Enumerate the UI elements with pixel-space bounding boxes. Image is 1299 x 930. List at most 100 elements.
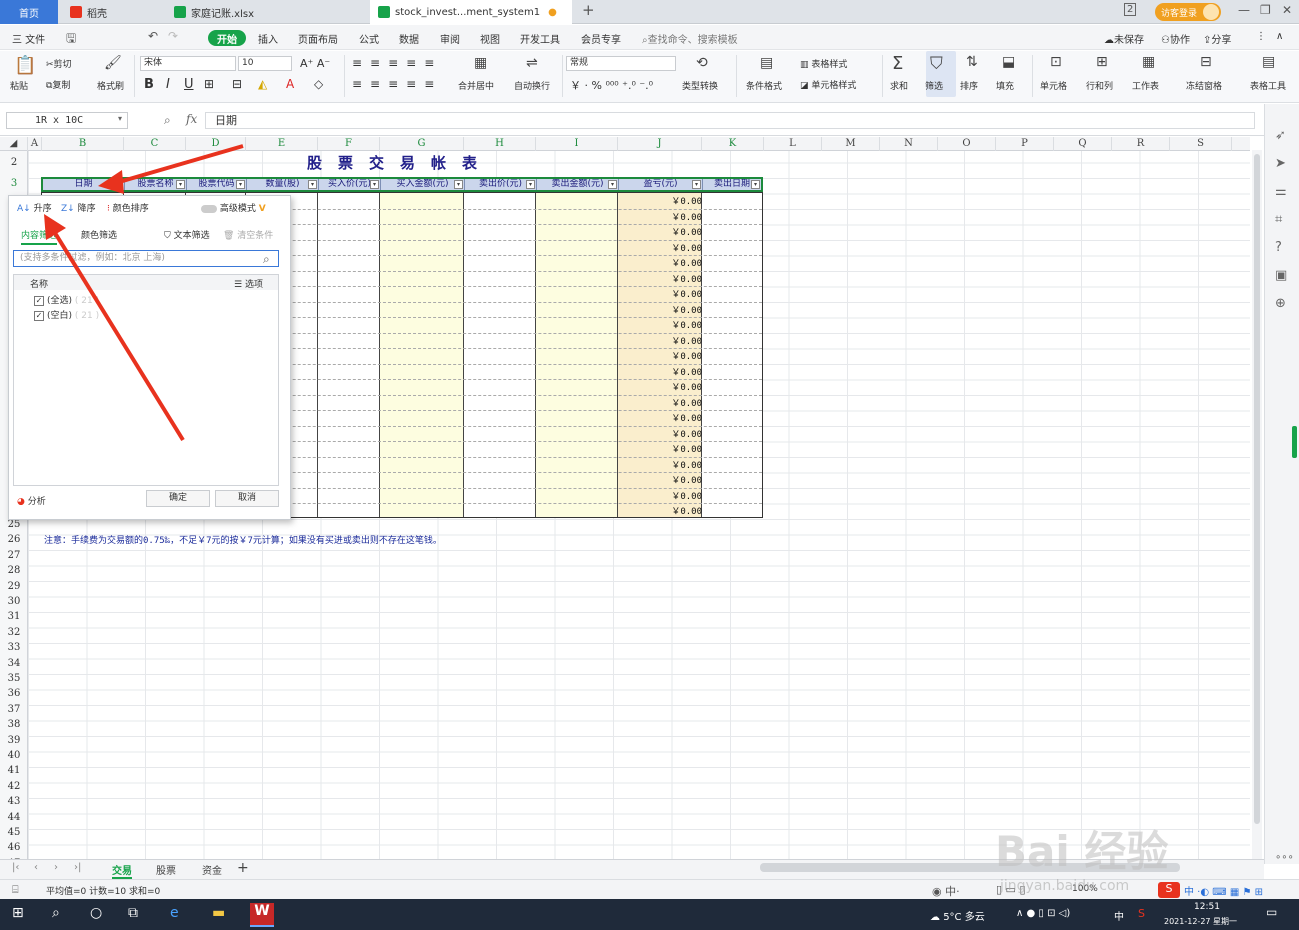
task-view-icon[interactable]: ⧉ (128, 905, 138, 921)
row-header[interactable]: 41 (0, 765, 28, 776)
weather-widget[interactable]: ☁ 5°C 多云 (930, 908, 985, 923)
col-header-h[interactable]: H (464, 137, 536, 151)
menu-data[interactable]: 数据 (399, 31, 419, 46)
list-item-select-all[interactable]: ✓ (全选) ( 21 ) (34, 293, 99, 306)
row-header[interactable]: 45 (0, 827, 28, 838)
compass-icon[interactable]: ⊕ (1275, 296, 1286, 311)
col-header-p[interactable]: P (996, 137, 1054, 151)
select-all-corner[interactable]: ◢ (0, 137, 28, 151)
paste-button[interactable]: 粘贴 (10, 79, 28, 92)
profit-cell[interactable]: ￥0.00 (622, 473, 702, 486)
col-header-j[interactable]: J (618, 137, 702, 151)
col-header-d[interactable]: D (186, 137, 246, 151)
page-count-badge[interactable]: 2 (1124, 3, 1137, 16)
col-header-o[interactable]: O (938, 137, 996, 151)
filter-dropdown-icon[interactable]: ▾ (114, 180, 123, 189)
header-sell-price[interactable]: 卖出价(元) ▾ (465, 179, 537, 190)
bold-icon[interactable]: B (144, 77, 154, 92)
add-sheet-icon[interactable]: + (237, 860, 249, 876)
menu-review[interactable]: 审阅 (440, 31, 460, 46)
italic-icon[interactable]: I (166, 77, 170, 92)
currency-percent-icons[interactable]: ￥ ‧ % ⁰⁰⁰ ⁺.⁰ ⁻.⁰ (570, 77, 653, 93)
analysis-button[interactable]: ◕ 分析 (17, 494, 46, 507)
table-tools-button[interactable]: 表格工具 (1250, 79, 1286, 92)
command-search[interactable]: ⌕查找命令、搜索模板 (642, 31, 738, 46)
tab-color-filter[interactable]: 颜色筛选 (81, 228, 117, 241)
table-tools-icon[interactable]: ▤ (1262, 54, 1275, 70)
search-icon[interactable]: ⌕ (263, 252, 270, 267)
worksheet-button[interactable]: 工作表 (1132, 79, 1159, 92)
profit-cell[interactable]: ￥0.00 (622, 318, 702, 331)
sort-desc-button[interactable]: Z↓ 降序 (61, 201, 96, 214)
ok-button[interactable]: 确定 (146, 490, 210, 507)
col-header-m[interactable]: M (822, 137, 880, 151)
filter-dropdown-icon[interactable]: ▾ (236, 180, 245, 189)
row-header[interactable]: 30 (0, 596, 28, 607)
clear-conditions-button[interactable]: 🗑 清空条件 (223, 228, 273, 241)
profit-cell[interactable]: ￥0.00 (622, 210, 702, 223)
close-icon[interactable]: ✕ (1282, 3, 1292, 17)
sliders-icon[interactable]: ⚌ (1275, 184, 1287, 199)
menu-page-layout[interactable]: 页面布局 (298, 31, 338, 46)
align-horizontal-icons[interactable]: ≡≡≡≡≡ (352, 77, 442, 91)
underline-icon[interactable]: U (184, 77, 194, 92)
list-item-blank[interactable]: ✓ (空白) ( 21 ) (34, 308, 99, 321)
header-profit[interactable]: 盈亏(元) ▾ (619, 179, 703, 190)
fill-color-icon[interactable]: ◭ (258, 77, 267, 91)
merge-icon[interactable]: ▦ (474, 55, 487, 71)
edge-icon[interactable]: e (170, 905, 179, 921)
tab-stock-invest[interactable]: stock_invest...ment_system1 ● (370, 0, 572, 24)
table-style-button[interactable]: ▥ 表格样式 (800, 57, 847, 70)
minimize-icon[interactable]: — (1238, 3, 1250, 17)
header-sell-date[interactable]: 卖出日期 ▾ (703, 179, 761, 190)
zoom-search-icon[interactable]: ⌕ (164, 113, 171, 128)
undo-icon[interactable]: ↶ (148, 29, 158, 43)
filter-dropdown-icon[interactable]: ▾ (751, 180, 760, 189)
eye-protect-icon[interactable]: ◉ 中· (932, 883, 960, 899)
more-icon[interactable]: ⋮ (1256, 31, 1266, 42)
options-button[interactable]: ☰ 选项 (234, 277, 263, 290)
filter-button[interactable]: 筛选 (925, 79, 943, 92)
freeze-pane-button[interactable]: 冻结窗格 (1186, 79, 1222, 92)
border-icon[interactable]: ⊞ (204, 77, 214, 91)
sheet-tab-stock[interactable]: 股票 (156, 862, 176, 877)
cell-border-icon[interactable]: ⊟ (232, 77, 242, 91)
profit-cell[interactable]: ￥0.00 (622, 225, 702, 238)
text-filter-button[interactable]: ⛉ 文本筛选 (164, 228, 210, 241)
auto-wrap-button[interactable]: 自动换行 (514, 79, 550, 92)
profit-cell[interactable]: ￥0.00 (622, 303, 702, 316)
header-date[interactable]: 日期 ▾ (43, 179, 125, 190)
header-sell-amount[interactable]: 卖出金额(元) ▾ (537, 179, 619, 190)
col-header-s[interactable]: S (1170, 137, 1232, 151)
sort-button[interactable]: 排序 (960, 79, 978, 92)
macro-icon[interactable]: ⌸ (12, 883, 19, 897)
format-painter-button[interactable]: 格式刷 (97, 79, 124, 92)
menu-member[interactable]: 会员专享 (581, 31, 621, 46)
row-header[interactable]: 26 (0, 534, 28, 545)
profit-cell[interactable]: ￥0.00 (622, 287, 702, 300)
profit-cell[interactable]: ￥0.00 (622, 334, 702, 347)
col-header-c[interactable]: C (124, 137, 186, 151)
profit-cell[interactable]: ￥0.00 (622, 365, 702, 378)
col-header-r[interactable]: R (1112, 137, 1170, 151)
menu-developer[interactable]: 开发工具 (520, 31, 560, 46)
row-header[interactable]: 2 (0, 157, 28, 168)
freeze-icon[interactable]: ⊟ (1200, 54, 1212, 70)
sheet-tab-fund[interactable]: 资金 (202, 862, 222, 877)
clock-date[interactable]: 2021-12-27 星期一 (1164, 916, 1237, 927)
sogou-ime-icon[interactable]: S (1158, 882, 1180, 898)
collapse-ribbon-icon[interactable]: ∧ (1276, 31, 1283, 42)
table-header-row[interactable]: 日期 ▾ 股票名称 ▾ 股票代码 ▾ 数量(股) ▾ 买入价(元) ▾ 买入金额(元) ▾ … (41, 177, 763, 192)
col-header-f[interactable]: F (318, 137, 380, 151)
font-size-select[interactable]: 10 (238, 56, 292, 71)
color-sort-button[interactable]: ⁝ 颜色排序 (107, 201, 149, 214)
wps-icon[interactable]: W (250, 903, 274, 927)
fee-note[interactable]: 注意：手续费为交易额的0.75‰，不足￥7元的按￥7元计算；如果没有买进或卖出则… (44, 533, 442, 546)
row-header[interactable]: 25 (0, 519, 28, 530)
more-dots-icon[interactable]: ∘∘∘ (1275, 852, 1294, 863)
formula-input[interactable]: 日期 (205, 112, 1255, 129)
tray-icons[interactable]: ∧ ● ▯ ⊡ ◁) (1016, 908, 1070, 919)
share-button[interactable]: ⇪分享 (1203, 31, 1231, 46)
font-name-select[interactable]: 宋体 (140, 56, 236, 71)
worksheet-icon[interactable]: ▦ (1142, 54, 1155, 70)
